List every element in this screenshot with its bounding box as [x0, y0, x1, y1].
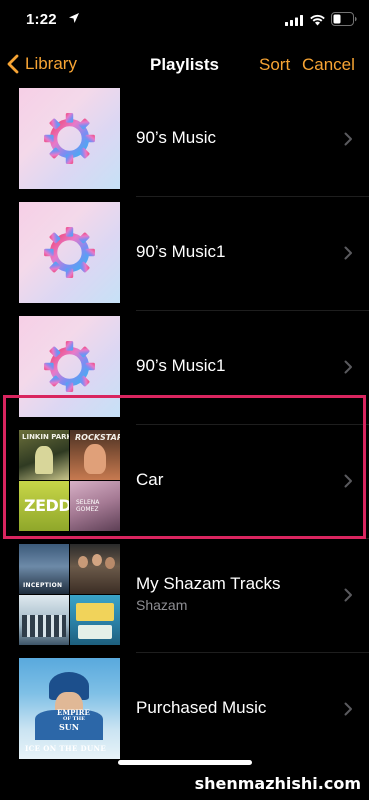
cancel-button[interactable]: Cancel: [302, 55, 355, 75]
row-divider: [136, 652, 369, 653]
playlist-artwork-mosaic: LINKIN PARK ROCKSTAR ZEDD SELENA GOMEZ: [19, 430, 120, 531]
playlist-subtitle: Shazam: [136, 597, 188, 613]
playlist-row[interactable]: EMPIRE OF THE SUN ICE ON THE DUNE Purcha…: [0, 658, 369, 772]
navigation-bar: Library Playlists Sort Cancel: [0, 44, 369, 88]
chevron-right-icon: [344, 588, 352, 602]
album-art-tile: INCEPTION: [19, 544, 69, 594]
home-indicator: [118, 760, 252, 765]
album-art-tile: [19, 595, 69, 645]
status-time: 1:22: [26, 11, 57, 28]
smart-playlist-gear-icon: [44, 113, 95, 164]
location-arrow-icon: [69, 13, 79, 23]
playlist-title: 90’s Music1: [136, 356, 226, 375]
smart-playlist-gear-icon: [44, 341, 95, 392]
back-button-label: Library: [25, 54, 77, 73]
playlist-title: Car: [136, 470, 164, 489]
album-art-tile: LINKIN PARK: [19, 430, 69, 480]
playlist-row-car[interactable]: LINKIN PARK ROCKSTAR ZEDD SELENA GOMEZ C…: [0, 430, 369, 544]
chevron-left-icon: [7, 54, 19, 74]
sort-button[interactable]: Sort: [259, 55, 290, 75]
chevron-right-icon: [344, 132, 352, 146]
row-divider: [136, 310, 369, 311]
status-bar: 1:22: [0, 0, 369, 44]
playlist-title: 90’s Music1: [136, 242, 226, 261]
chevron-right-icon: [344, 702, 352, 716]
playlist-row[interactable]: 90’s Music1: [0, 316, 369, 430]
watermark: shenmazhishi.com: [194, 774, 361, 793]
playlist-row[interactable]: INCEPTION My Shazam Tracks Shazam: [0, 544, 369, 658]
chevron-right-icon: [344, 360, 352, 374]
album-art-tile: ZEDD: [19, 481, 69, 531]
row-divider: [136, 424, 369, 425]
playlist-artwork: [19, 88, 120, 189]
playlist-title: 90’s Music: [136, 128, 216, 147]
battery-icon: [331, 12, 357, 26]
chevron-right-icon: [344, 246, 352, 260]
album-art-tile: SELENA GOMEZ: [70, 481, 120, 531]
album-art-tile: [70, 595, 120, 645]
back-to-library-button[interactable]: Library: [6, 54, 77, 74]
playlist-artwork: [19, 316, 120, 417]
playlist-artwork: [19, 202, 120, 303]
chevron-right-icon: [344, 474, 352, 488]
playlist-row[interactable]: 90’s Music: [0, 88, 369, 202]
smart-playlist-gear-icon: [44, 227, 95, 278]
row-divider: [136, 196, 369, 197]
playlist-artwork-mosaic: INCEPTION: [19, 544, 120, 645]
row-divider: [136, 538, 369, 539]
playlist-title: My Shazam Tracks: [136, 574, 281, 593]
playlist-artwork: EMPIRE OF THE SUN ICE ON THE DUNE: [19, 658, 120, 759]
playlist-row[interactable]: 90’s Music1: [0, 202, 369, 316]
cellular-signal-icon: [285, 15, 303, 26]
wifi-icon: [310, 14, 325, 26]
playlist-title: Purchased Music: [136, 698, 267, 717]
album-art-tile: ROCKSTAR: [70, 430, 120, 480]
album-art-tile: [70, 544, 120, 594]
